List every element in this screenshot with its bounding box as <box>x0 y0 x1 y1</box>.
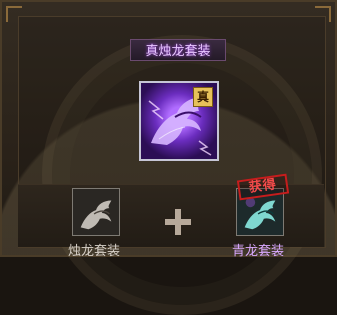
game-panel: 真烛龙套装 真 获得 烛龙套装 青龙套装 <box>0 0 337 315</box>
panel-title: 真烛龙套装 <box>145 44 211 59</box>
left-item-name: 烛龙套装 <box>68 244 121 259</box>
true-badge: 真 <box>193 87 213 107</box>
plus-icon <box>165 209 191 235</box>
right-item-name: 青龙套装 <box>232 244 285 259</box>
left-item-slot[interactable] <box>72 188 120 236</box>
gray-dragon-icon <box>73 189 119 235</box>
main-item-slot[interactable]: 真 <box>139 81 219 161</box>
title-bar: 真烛龙套装 <box>130 39 226 61</box>
